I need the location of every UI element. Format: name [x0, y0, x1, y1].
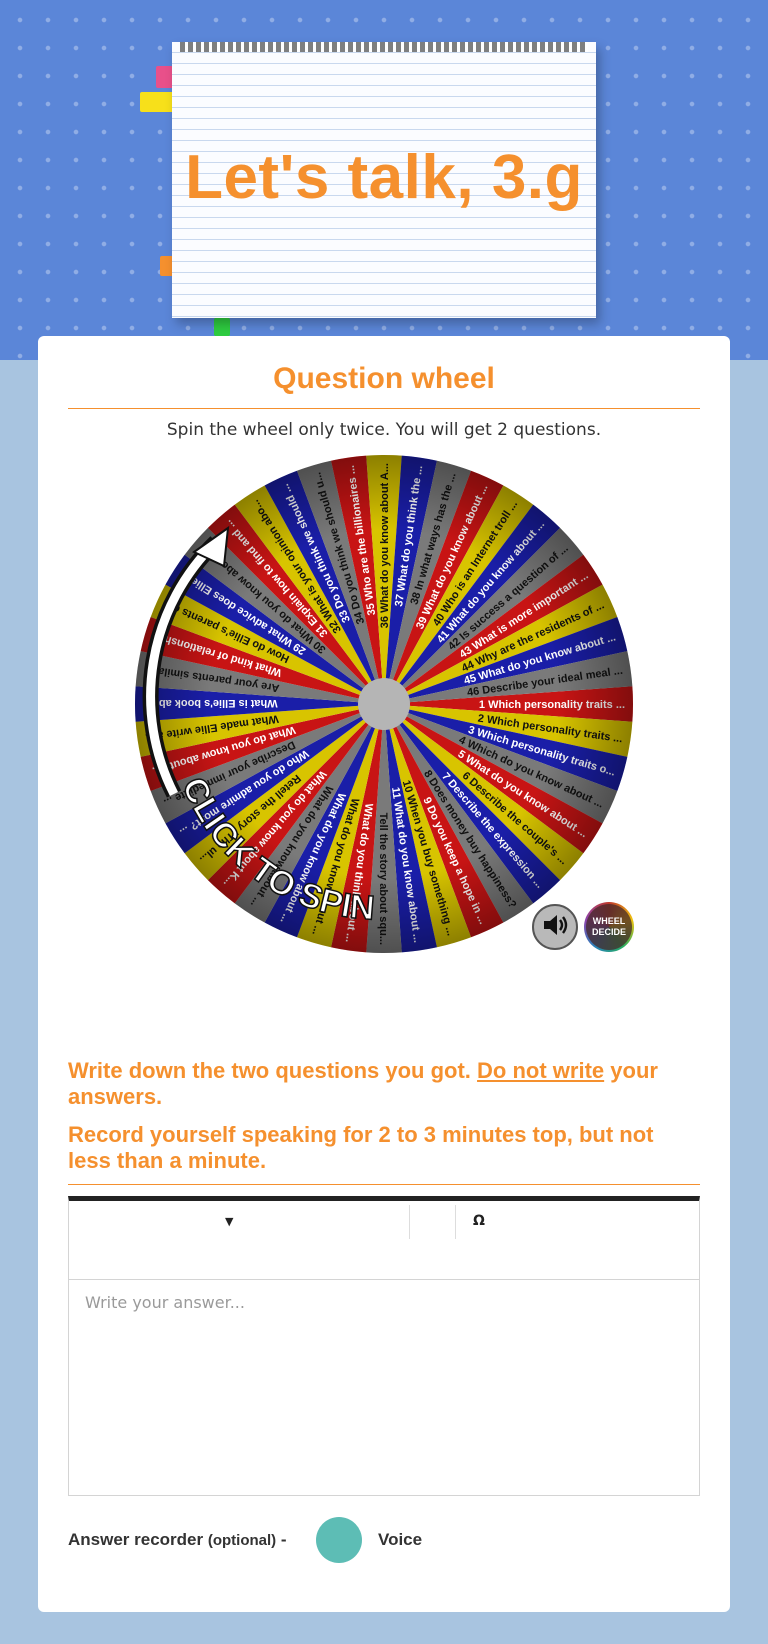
editor-toolbar: ▼ Ω	[69, 1201, 699, 1280]
answer-editor: ▼ Ω	[68, 1196, 700, 1496]
recorder-label: Answer recorder (optional) -	[68, 1530, 287, 1550]
record-voice-button[interactable]	[316, 1517, 362, 1563]
logo-word-decide: DECIDE	[591, 927, 626, 937]
recorder-dash: -	[280, 1530, 287, 1549]
wheel-graphic[interactable]: 1 Which personality traits ...2 Which pe…	[134, 454, 634, 954]
task-divider	[68, 1184, 700, 1185]
yellow-tab	[140, 92, 176, 112]
task-line1-underlined: Do not write	[477, 1058, 605, 1083]
toolbar-separator	[409, 1205, 410, 1239]
answer-input[interactable]	[69, 1279, 699, 1495]
question-wheel[interactable]: 1 Which personality traits ...2 Which pe…	[134, 454, 634, 954]
notebook-spiral	[180, 42, 588, 52]
section-title: Question wheel	[273, 362, 495, 395]
sound-toggle-button[interactable]	[532, 904, 578, 950]
task-instruction-2: Record yourself speaking for 2 to 3 minu…	[68, 1122, 654, 1173]
logo-word-wheel: WHEEL	[592, 916, 626, 926]
toolbar-separator	[455, 1205, 456, 1239]
format-dropdown-caret-icon[interactable]: ▼	[225, 1215, 233, 1228]
green-tab	[214, 318, 230, 336]
answer-recorder: Answer recorder (optional) - Voice	[68, 1516, 700, 1566]
task-instruction-1: Write down the two questions you got. Do…	[68, 1058, 700, 1110]
instructions-text: Spin the wheel only twice. You will get …	[166, 420, 602, 440]
recorder-voice-label: Voice	[378, 1530, 423, 1549]
special-character-button[interactable]: Ω	[473, 1213, 485, 1229]
recorder-label-text: Answer recorder	[68, 1530, 204, 1549]
task-line1-prefix: Write down the two questions you got.	[68, 1058, 471, 1083]
recorder-optional-text: (optional)	[207, 1532, 277, 1549]
wheel-hub	[358, 678, 410, 730]
activity-card: Question wheel Spin the wheel only twice…	[38, 336, 730, 1612]
title-divider	[68, 408, 700, 409]
header-banner: Let's talk, 3.g	[0, 0, 768, 360]
logo-text: WHEEL DECIDE	[586, 904, 632, 950]
page-title: Let's talk, 3.g	[185, 143, 583, 212]
notebook-card: Let's talk, 3.g	[172, 42, 596, 318]
wheel-decide-logo[interactable]: WHEEL DECIDE	[584, 902, 634, 952]
speaker-icon	[542, 913, 568, 941]
